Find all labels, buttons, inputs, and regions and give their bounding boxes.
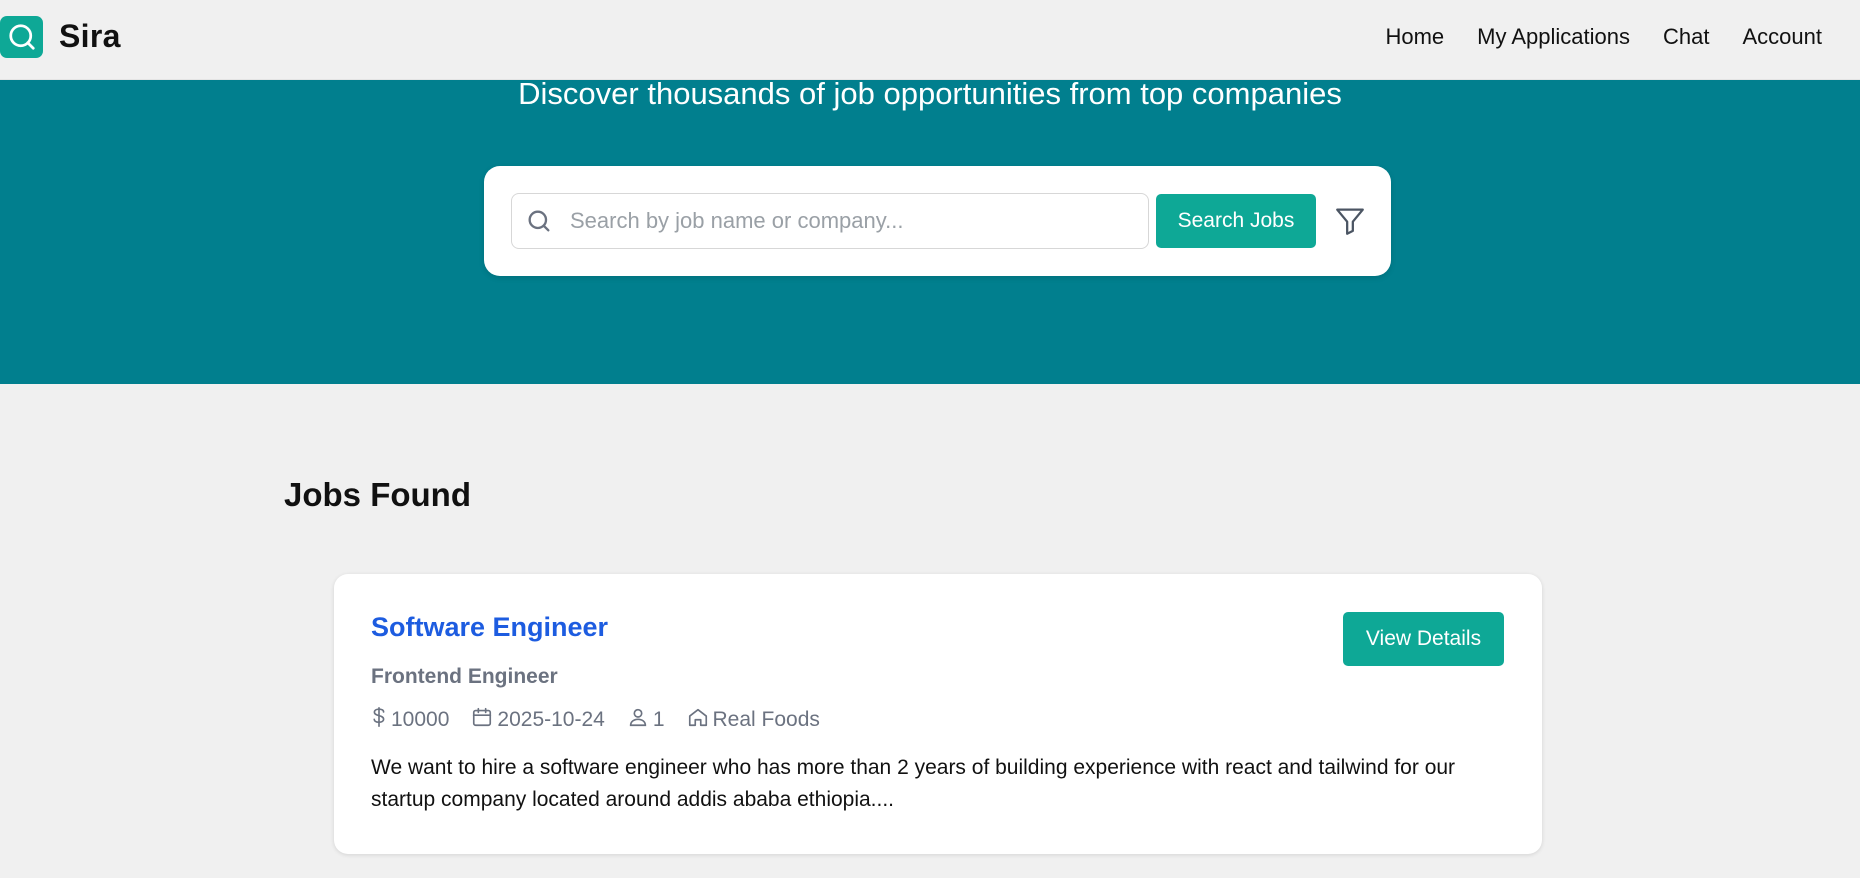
brand-name[interactable]: Sira [59,18,121,55]
positions-count: 1 [627,706,665,734]
job-description: We want to hire a software engineer who … [371,756,1456,811]
date-value: 2025-10-24 [497,708,605,731]
nav-home[interactable]: Home [1385,24,1444,50]
search-input[interactable] [570,194,1140,247]
job-card: Software Engineer Frontend Engineer 1000… [334,574,1542,854]
nav-my-applications[interactable]: My Applications [1477,24,1630,50]
search-field[interactable] [511,193,1149,249]
job-meta: 10000 2025-10-24 1 Real Foods [371,706,842,734]
nav-account[interactable]: Account [1743,24,1823,50]
hero-section: Discover thousands of job opportunities … [0,76,1860,384]
search-icon [525,207,553,235]
positions-value: 1 [652,708,665,731]
job-subtitle: Frontend Engineer [371,665,558,688]
main-nav: Home My Applications Chat Account [1352,24,1822,50]
logo-search-icon[interactable] [0,16,43,58]
search-jobs-button[interactable]: Search Jobs [1156,194,1316,248]
results-heading: Jobs Found [284,476,471,513]
calendar-icon [471,706,497,734]
hero-subtitle: Discover thousands of job opportunities … [518,76,1342,111]
company: Real Foods [687,706,820,734]
dollar-icon [371,706,391,734]
salary: 10000 [371,706,449,734]
filter-icon[interactable] [1331,202,1369,240]
job-title[interactable]: Software Engineer [371,612,608,643]
search-card: Search Jobs [484,166,1391,276]
top-nav-bar: Sira Home My Applications Chat Account [0,0,1860,80]
view-details-button[interactable]: View Details [1343,612,1504,666]
home-icon [687,706,713,734]
nav-chat[interactable]: Chat [1663,24,1709,50]
user-icon [627,706,653,734]
posted-date: 2025-10-24 [471,706,605,734]
company-name: Real Foods [712,708,820,731]
salary-value: 10000 [391,708,450,731]
